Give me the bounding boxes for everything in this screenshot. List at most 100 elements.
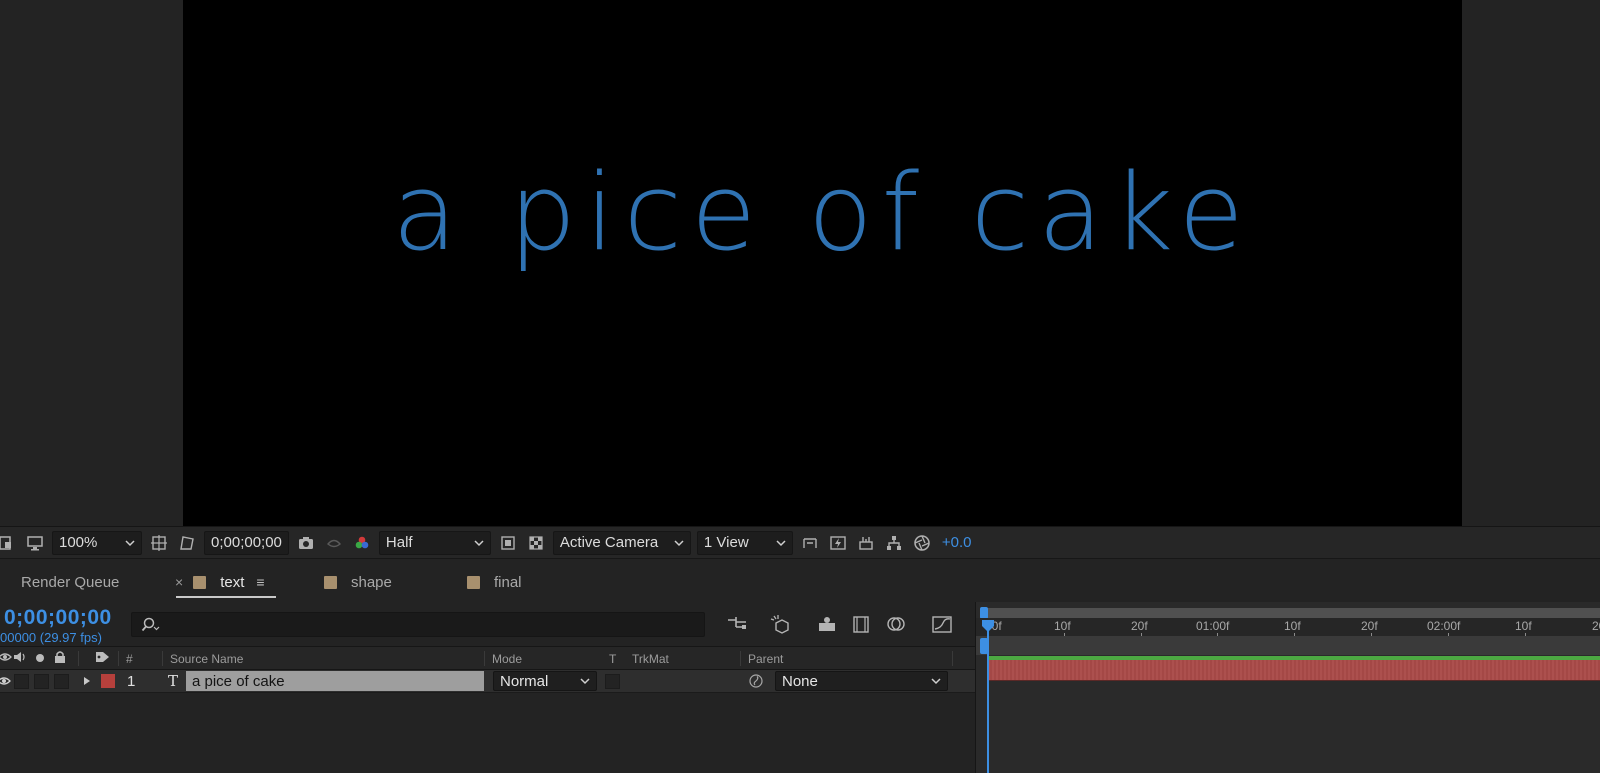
label-tag-icon[interactable] (95, 650, 111, 667)
exposure-icon[interactable] (911, 532, 933, 554)
composition-viewer[interactable]: a pice of cake (0, 0, 1600, 526)
tick-label: 20 (1592, 619, 1600, 633)
column-divider (118, 651, 119, 666)
shy-layers-icon[interactable] (814, 612, 840, 636)
column-source-name-header[interactable]: Source Name (170, 652, 243, 666)
tab-shape-label: shape (351, 573, 392, 591)
solo-icon[interactable] (35, 652, 45, 666)
viewer-timecode[interactable]: 0;00;00;00 (204, 530, 289, 555)
tick-label: 10f (1284, 619, 1301, 633)
search-icon (141, 617, 161, 633)
composition-text-layer[interactable]: a pice of cake (183, 160, 1462, 266)
draft-3d-icon[interactable] (768, 612, 794, 636)
views-value: 1 View (703, 534, 749, 551)
playhead[interactable] (987, 620, 989, 773)
tick-label: 01:00f (1196, 619, 1230, 633)
tick-label: 10f (1515, 619, 1532, 633)
frame-blending-icon[interactable] (848, 612, 874, 636)
exposure-value[interactable]: +0.0 (942, 534, 972, 551)
timeline-graph-area[interactable]: 00f 10f 20f 01:00f 10f 20f 02:00f 10f 20 (975, 602, 1600, 773)
snapshot-icon[interactable] (295, 532, 317, 554)
layer-audio-toggle[interactable] (14, 670, 29, 692)
chevron-down-icon (776, 539, 786, 546)
playhead-marker-icon[interactable] (981, 620, 995, 632)
show-snapshot-icon[interactable] (323, 532, 345, 554)
layer-label-color[interactable] (101, 670, 115, 692)
timeline-layer-panel: 0;00;00;00 00000 (29.97 fps) # Source Na… (0, 602, 975, 773)
layer-lock-toggle[interactable] (54, 670, 69, 692)
chevron-down-icon (931, 678, 941, 685)
comp-mini-flowchart-icon[interactable] (724, 612, 750, 636)
resolution-select[interactable]: Half (378, 530, 491, 555)
column-trkmat-header: TrkMat (632, 652, 669, 666)
column-divider (952, 651, 953, 666)
column-mode-header: Mode (492, 652, 523, 666)
column-divider (740, 651, 741, 666)
timeline-icon[interactable] (855, 532, 877, 554)
parent-select[interactable]: None (775, 671, 948, 691)
tab-text[interactable]: × text ≡ (175, 571, 265, 593)
tick-label: 20f (1361, 619, 1378, 633)
preserve-transparency-toggle[interactable] (605, 670, 620, 692)
composition-canvas[interactable]: a pice of cake (183, 0, 1462, 526)
comp-navigator-strip[interactable] (976, 636, 1600, 655)
column-divider (162, 651, 163, 666)
motion-blur-icon[interactable] (883, 612, 909, 636)
current-time-display[interactable]: 0;00;00;00 (4, 606, 112, 630)
blend-mode-select[interactable]: Normal (493, 671, 597, 691)
parent-value: None (782, 672, 818, 690)
tab-text-label: text (220, 573, 245, 591)
parent-pickwhip-icon[interactable] (748, 670, 764, 692)
panel-menu-icon[interactable]: ≡ (256, 574, 264, 590)
transparency-grid-icon[interactable] (525, 532, 547, 554)
resolution-value: Half (385, 534, 413, 551)
lock-icon[interactable] (54, 650, 66, 667)
tab-render-queue-label: Render Queue (21, 573, 120, 591)
time-ruler[interactable]: 00f 10f 20f 01:00f 10f 20f 02:00f 10f 20 (976, 618, 1600, 639)
text-layer-type-icon: T (168, 672, 179, 690)
reset-view-icon[interactable] (799, 532, 821, 554)
flowchart-icon[interactable] (883, 532, 905, 554)
timeline-tabs: Render Queue × text ≡ shape final (0, 558, 1600, 602)
mask-icon[interactable] (176, 532, 198, 554)
work-area-bar[interactable] (982, 608, 1600, 618)
tab-shape[interactable]: shape (324, 571, 392, 593)
chevron-down-icon (474, 539, 484, 546)
region-of-interest-icon[interactable] (497, 532, 519, 554)
active-tab-indicator (176, 596, 276, 598)
views-select[interactable]: 1 View (696, 530, 793, 555)
frame-fps-readout: 00000 (29.97 fps) (0, 630, 102, 645)
eye-icon[interactable] (0, 650, 12, 667)
monitor-icon[interactable] (24, 532, 46, 554)
viewer-toolbar: 100% 0;00;00;00 Half Active Camera 1 Vie… (0, 526, 1600, 558)
camera-value: Active Camera (559, 534, 659, 551)
layer-name[interactable]: a pice of cake (186, 671, 484, 691)
column-divider (484, 651, 485, 666)
layer-row[interactable]: 1 T a pice of cake Normal None (0, 670, 975, 693)
column-parent-header: Parent (748, 652, 784, 666)
layer-solo-toggle[interactable] (34, 670, 49, 692)
expand-arrow-icon[interactable] (82, 670, 92, 692)
channel-icon[interactable] (351, 532, 373, 554)
audio-icon[interactable] (12, 650, 28, 667)
chevron-down-icon (674, 539, 684, 546)
tick-label: 10f (1054, 619, 1071, 633)
blend-mode-value: Normal (500, 672, 549, 690)
safe-margins-icon[interactable] (148, 532, 170, 554)
fast-preview-icon[interactable] (827, 532, 849, 554)
close-icon[interactable]: × (175, 574, 183, 590)
zoom-select[interactable]: 100% (52, 530, 142, 555)
chevron-down-icon (580, 678, 590, 685)
tab-render-queue[interactable]: Render Queue (21, 571, 119, 593)
graph-editor-icon[interactable] (929, 612, 955, 636)
column-divider (78, 651, 79, 666)
layer-search-input[interactable] (131, 612, 705, 637)
tab-final[interactable]: final (467, 571, 522, 593)
layer-duration-bar[interactable] (988, 660, 1600, 681)
comp-swatch-icon (193, 575, 207, 589)
camera-select[interactable]: Active Camera (552, 530, 691, 555)
layer-visibility-eye-icon[interactable] (0, 670, 11, 692)
comp-swatch-icon (324, 575, 337, 589)
tick-label: 20f (1131, 619, 1148, 633)
region-icon[interactable] (0, 532, 18, 554)
